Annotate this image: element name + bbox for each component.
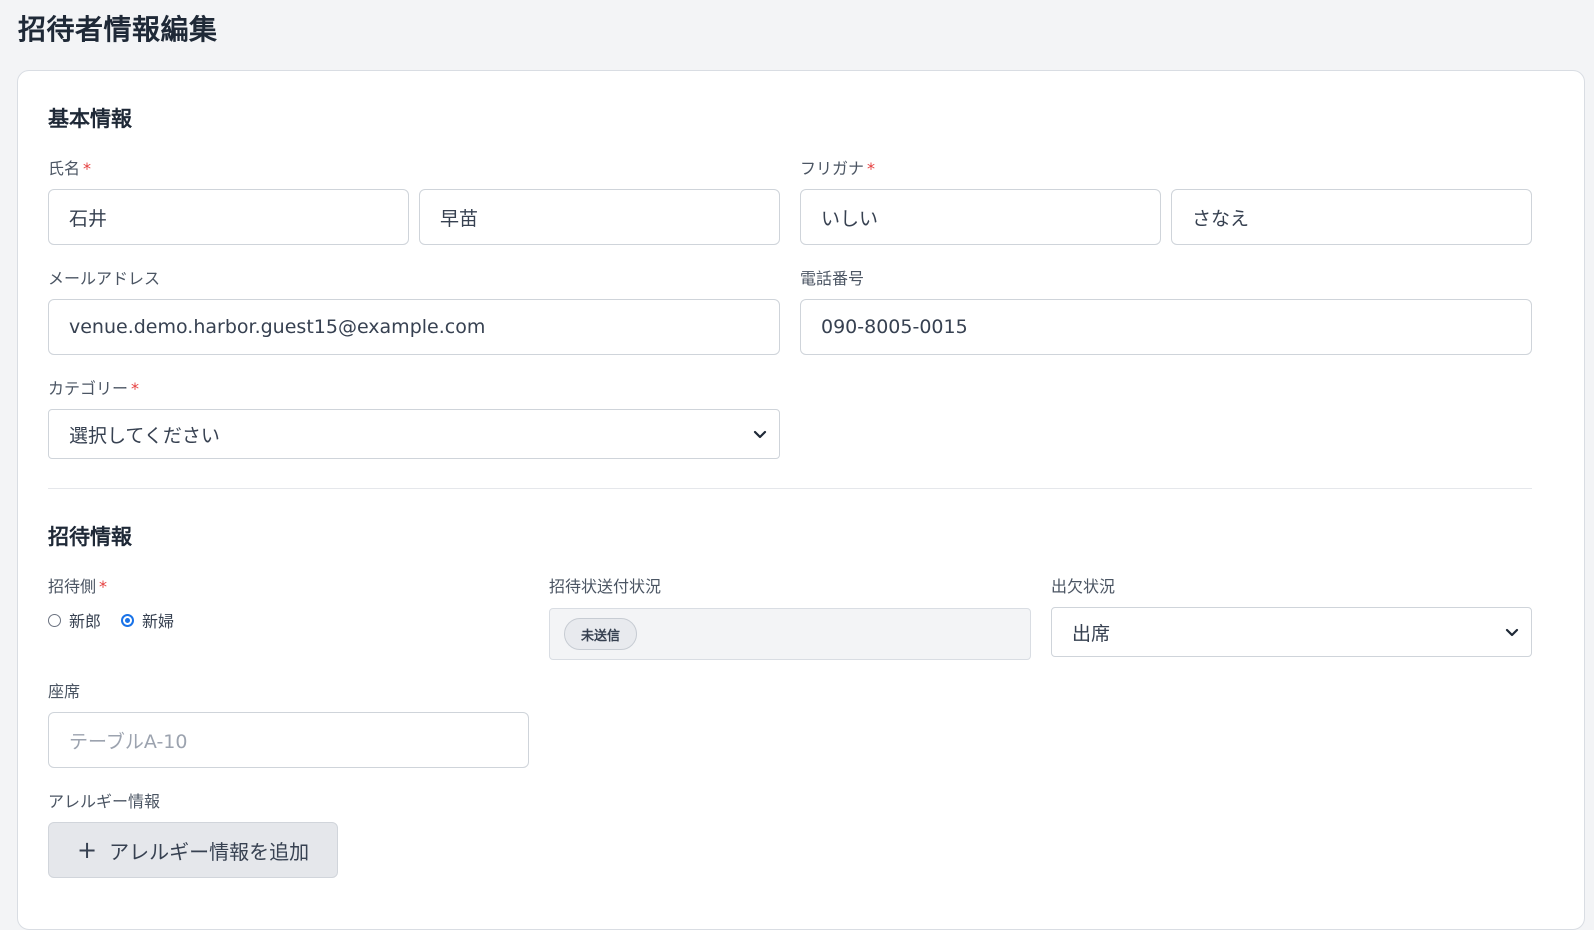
kana-label: フリガナ * (800, 155, 875, 179)
phone-field[interactable]: 090-8005-0015 (800, 299, 1532, 355)
required-mark: * (83, 159, 92, 178)
required-mark: * (99, 577, 108, 596)
invite-side-label-text: 招待側 (48, 577, 97, 596)
chevron-down-icon (1505, 628, 1519, 637)
required-mark: * (131, 379, 140, 398)
name-label-text: 氏名 (48, 159, 81, 178)
category-label-text: カテゴリー (48, 379, 129, 398)
attendance-select[interactable]: 出席 (1051, 607, 1532, 657)
basic-info-heading: 基本情報 (48, 107, 132, 131)
first-kana-input[interactable]: さなえ (1171, 189, 1532, 245)
status-badge: 未送信 (564, 618, 638, 650)
send-status-box: 未送信 (549, 608, 1031, 660)
chevron-down-icon (753, 430, 767, 439)
invite-side-radio-group: 新郎 新婦 (48, 608, 174, 632)
add-allergy-button-label: アレルギー情報を追加 (109, 839, 310, 864)
radio-groom-label: 新郎 (69, 612, 102, 631)
guest-edit-card: 基本情報 氏名 * 石井 早苗 フリガナ * いしい さなえ メールアドレス ven… (17, 70, 1585, 930)
radio-option-bride[interactable]: 新婦 (121, 608, 174, 632)
last-kana-input[interactable]: いしい (800, 189, 1161, 245)
send-status-label: 招待状送付状況 (549, 577, 662, 596)
add-allergy-button[interactable]: + アレルギー情報を追加 (48, 822, 339, 878)
radio-bride[interactable] (121, 613, 135, 627)
email-field[interactable]: venue.demo.harbor.guest15@example.com (48, 299, 780, 355)
section-divider (48, 488, 1532, 489)
category-select[interactable]: 選択してください (48, 409, 780, 459)
required-mark: * (867, 159, 876, 178)
kana-label-text: フリガナ (800, 159, 865, 178)
name-label: 氏名 * (48, 155, 91, 179)
phone-label: 電話番号 (800, 269, 865, 288)
first-name-input[interactable]: 早苗 (419, 189, 780, 245)
page-title: 招待者情報編集 (18, 13, 218, 46)
invitation-info-heading: 招待情報 (48, 525, 132, 549)
seat-input[interactable]: テーブルA-10 (48, 712, 529, 768)
email-label: メールアドレス (48, 269, 161, 288)
attendance-label: 出欠状況 (1051, 577, 1116, 596)
last-name-input[interactable]: 石井 (48, 189, 409, 245)
category-selected-value: 選択してください (69, 424, 220, 447)
radio-bride-label: 新婦 (142, 612, 175, 631)
radio-groom[interactable] (48, 613, 61, 627)
seat-label: 座席 (48, 682, 81, 701)
allergy-label: アレルギー情報 (48, 792, 161, 811)
plus-icon: + (77, 836, 98, 864)
attendance-selected-value: 出席 (1072, 622, 1111, 645)
radio-option-groom[interactable]: 新郎 (48, 608, 101, 632)
category-label: カテゴリー * (48, 375, 139, 399)
invite-side-label: 招待側 * (48, 573, 107, 597)
